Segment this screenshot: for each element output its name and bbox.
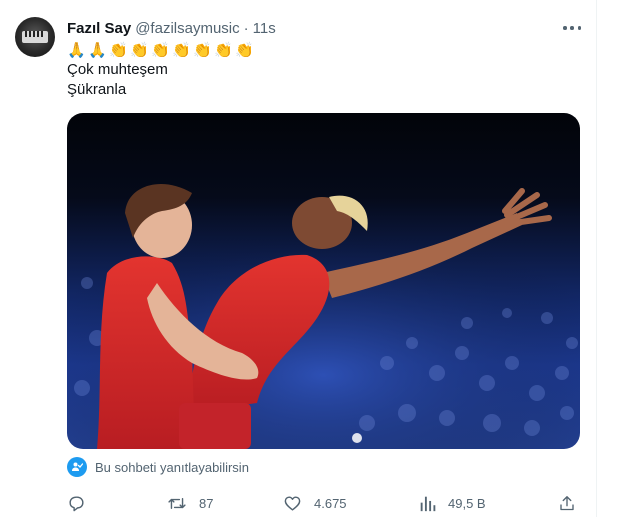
player-shorts xyxy=(179,403,251,449)
reply-button[interactable] xyxy=(67,492,86,514)
clap-emoji: 👏 xyxy=(130,41,149,59)
retweet-button[interactable]: 87 xyxy=(167,492,213,514)
heart-icon xyxy=(284,495,301,511)
people-check-icon xyxy=(67,457,87,477)
retweet-icon xyxy=(168,497,186,509)
tweet-header: Fazıl Say @fazilsaymusic · 11s xyxy=(67,18,276,38)
more-icon[interactable] xyxy=(563,20,581,36)
views-button[interactable]: 49,5 B xyxy=(419,492,486,514)
author-handle[interactable]: @fazilsaymusic xyxy=(135,20,239,37)
header-separator: · xyxy=(243,19,249,37)
retweet-count: 87 xyxy=(199,495,214,511)
share-icon xyxy=(560,495,574,510)
views-count: 49,5 B xyxy=(448,495,486,511)
avatar-piano-graphic xyxy=(22,31,48,43)
tweet-photo[interactable] xyxy=(67,113,580,449)
like-count: 4.675 xyxy=(314,495,347,511)
photo-illustration xyxy=(67,183,580,449)
clap-emoji: 👏 xyxy=(151,41,170,59)
tweet-text-line-1: Çok muhteşem xyxy=(67,61,168,78)
tweet-text-line-2: Şükranla xyxy=(67,81,127,98)
clap-emoji: 👏 xyxy=(214,41,233,59)
pray-emoji: 🙏 xyxy=(67,41,86,59)
clap-emoji: 👏 xyxy=(193,41,212,59)
reply-icon xyxy=(69,495,84,511)
reply-restriction-text: Bu sohbeti yanıtlayabilirsin xyxy=(95,459,249,475)
arena-light xyxy=(352,433,362,443)
tweet-actions: 87 4.675 49,5 B xyxy=(67,492,580,514)
author-name[interactable]: Fazıl Say xyxy=(67,20,131,37)
pray-emoji: 🙏 xyxy=(88,41,107,59)
tweet-timestamp[interactable]: 11s xyxy=(253,20,276,37)
avatar[interactable] xyxy=(15,17,55,57)
clap-emoji: 👏 xyxy=(109,41,128,59)
emoji-line: 🙏 🙏 👏 👏 👏 👏 👏 👏 👏 xyxy=(67,39,254,61)
like-button[interactable]: 4.675 xyxy=(283,492,347,514)
reply-restriction: Bu sohbeti yanıtlayabilirsin xyxy=(67,456,249,478)
timeline-border xyxy=(596,0,597,517)
clap-emoji: 👏 xyxy=(235,41,254,59)
share-button[interactable] xyxy=(558,492,576,514)
clap-emoji: 👏 xyxy=(172,41,191,59)
views-icon xyxy=(420,496,436,511)
